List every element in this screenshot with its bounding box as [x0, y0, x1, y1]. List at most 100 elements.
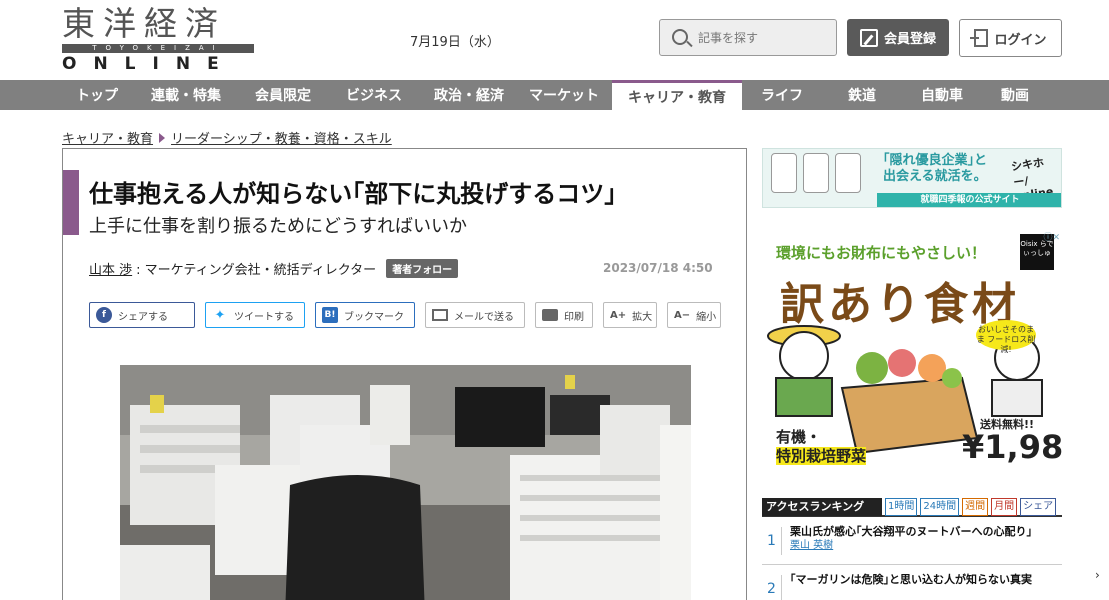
ranking-tab-1hour[interactable]: 1時間 — [885, 498, 918, 516]
search-input[interactable] — [698, 28, 828, 48]
mail-icon — [432, 309, 448, 321]
facebook-share-button[interactable]: f シェアする — [89, 302, 195, 328]
facebook-icon: f — [96, 307, 112, 323]
login-button[interactable]: ログイン — [959, 19, 1062, 57]
nav-item-members[interactable]: 会員限定 — [240, 80, 326, 110]
login-label: ログイン — [994, 32, 1047, 48]
ad2-organic-line1: 有機・ — [776, 428, 822, 446]
ad-phone-graphic — [835, 153, 861, 193]
ranking-number: 2 — [762, 575, 782, 600]
nav-item-video[interactable]: 動画 — [982, 80, 1048, 110]
ranking-item-author[interactable]: 栗山 英樹 — [790, 539, 1032, 553]
enlarge-label: 拡大 — [632, 311, 653, 323]
print-icon — [542, 309, 558, 321]
publish-date: 2023/07/18 4:50 — [603, 261, 713, 275]
ranking-tab-24hour[interactable]: 24時間 — [920, 498, 960, 516]
ad1-tagline: 就職四季報の公式サイト — [877, 193, 1061, 207]
main-nav: トップ 連載・特集 会員限定 ビジネス 政治・経済 マーケット キャリア・教育 … — [0, 80, 1109, 110]
ranking-item[interactable]: 1 栗山氏が感心｢大谷翔平のヌートバーへの心配り｣ 栗山 英樹 — [762, 517, 1062, 565]
ranking-tab-weekly[interactable]: 週間 — [962, 498, 989, 516]
ranking-item[interactable]: 2 ｢マーガリンは危険｣と思い込む人が知らない真実 — [762, 565, 1062, 600]
facebook-share-label: シェアする — [118, 311, 168, 323]
title-accent-bar — [63, 170, 79, 235]
hatena-icon: B! — [322, 307, 338, 323]
logo-romaji: TOYOKEIZAI — [62, 44, 254, 53]
ranking-item-title[interactable]: 栗山氏が感心｢大谷翔平のヌートバーへの心配り｣ — [790, 525, 1032, 539]
ad-phone-graphic — [771, 153, 797, 193]
hatena-bookmark-button[interactable]: B! ブックマーク — [315, 302, 415, 328]
search-icon[interactable] — [672, 29, 688, 45]
breadcrumb-arrow-icon — [159, 132, 166, 143]
ranking-item-text: 栗山氏が感心｢大谷翔平のヌートバーへの心配り｣ 栗山 英樹 — [790, 525, 1032, 553]
ad2-organic-line2: 特別栽培野菜 — [776, 447, 867, 466]
nav-item-automobile[interactable]: 自動車 — [902, 80, 982, 110]
ad2-organic-line2-text: 特別栽培野菜 — [776, 447, 867, 465]
print-label: 印刷 — [564, 311, 584, 323]
breadcrumb-career[interactable]: キャリア・教育 — [62, 128, 153, 147]
search-box[interactable] — [659, 19, 837, 56]
ad1-line1: ｢隠れ優良企業｣と — [883, 153, 988, 168]
register-button[interactable]: 会員登録 — [847, 19, 949, 56]
access-ranking: アクセスランキング 1時間 24時間 週間 月間 シェア 1 栗山氏が感心｢大谷… — [762, 498, 1062, 600]
register-label: 会員登録 — [883, 32, 936, 47]
shrink-icon: A− — [674, 309, 691, 321]
mail-share-button[interactable]: メールで送る — [425, 302, 525, 328]
twitter-icon: ✦ — [214, 307, 226, 323]
follow-author-button[interactable]: 著者フォロー — [386, 259, 459, 278]
nav-item-railway[interactable]: 鉄道 — [822, 80, 902, 110]
site-logo[interactable]: 東洋経済 TOYOKEIZAI ONLINE — [62, 4, 254, 74]
shikiho-ad-banner[interactable]: ｢隠れ優良企業｣と 出会える就活を。 シキホー/ online 就職四季報の公式… — [762, 148, 1062, 208]
enlarge-icon: A+ — [610, 309, 627, 321]
shrink-text-button[interactable]: A− 縮小 — [667, 302, 721, 328]
breadcrumb: キャリア・教育 リーダーシップ・教養・資格・スキル — [62, 128, 392, 147]
nav-item-business[interactable]: ビジネス — [326, 80, 422, 110]
ranking-number: 1 — [762, 527, 782, 555]
chevron-right-icon[interactable]: › — [1095, 568, 1109, 582]
ranking-tab-share[interactable]: シェア — [1020, 498, 1057, 516]
register-icon — [859, 28, 878, 47]
page: 東洋経済 TOYOKEIZAI ONLINE 7月19日（水） 会員登録 ログイ… — [0, 0, 1109, 600]
ad1-line2: 出会える就活を。 — [883, 169, 987, 184]
ad1-headline: ｢隠れ優良企業｣と 出会える就活を。 — [883, 153, 987, 185]
ranking-tab-monthly[interactable]: 月間 — [991, 498, 1018, 516]
breadcrumb-leadership[interactable]: リーダーシップ・教養・資格・スキル — [171, 128, 392, 147]
article-subtitle: 上手に仕事を割り振るためにどうすればいいか — [89, 216, 467, 237]
article-title: 仕事抱える人が知らない｢部下に丸投げするコツ｣ — [89, 180, 617, 208]
nav-item-series[interactable]: 連載・特集 — [132, 80, 240, 110]
site-header: 東洋経済 TOYOKEIZAI ONLINE 7月19日（水） 会員登録 ログイ… — [0, 0, 1109, 80]
ranking-item-text: ｢マーガリンは危険｣と思い込む人が知らない真実 — [790, 573, 1032, 587]
article-hero-image — [120, 365, 691, 600]
ad2-main-copy: 訳あり食材 — [780, 279, 1020, 330]
nav-item-life[interactable]: ライフ — [742, 80, 822, 110]
twitter-share-button[interactable]: ✦ ツイートする — [205, 302, 305, 328]
office-desk-photo — [120, 365, 691, 600]
ad-phone-graphic — [803, 153, 829, 193]
twitter-share-label: ツイートする — [234, 311, 294, 323]
ranking-header: アクセスランキング 1時間 24時間 週間 月間 シェア — [762, 498, 1062, 517]
logo-online: ONLINE — [62, 54, 236, 74]
byline: 山本 渉 : マーケティング会社・統括ディレクター 著者フォロー — [89, 259, 459, 278]
food-ad-banner[interactable]: Oisix らでぃっしゅ ⓘ✕ 環境にもお財布にもやさしい！ 訳あり食材 おいし… — [762, 228, 1062, 478]
ranking-item-title[interactable]: ｢マーガリンは危険｣と思い込む人が知らない真実 — [790, 573, 1032, 587]
ad2-price: ¥1,980 — [962, 428, 1062, 466]
article: 仕事抱える人が知らない｢部下に丸投げするコツ｣ 上手に仕事を割り振るためにどうす… — [62, 148, 747, 600]
nav-item-market[interactable]: マーケット — [516, 80, 612, 110]
author-name[interactable]: 山本 渉 — [89, 259, 132, 278]
current-date: 7月19日（水） — [410, 35, 500, 50]
author-role: : マーケティング会社・統括ディレクター — [136, 263, 377, 278]
hatena-bookmark-label: ブックマーク — [344, 311, 404, 323]
print-button[interactable]: 印刷 — [535, 302, 593, 328]
login-icon — [970, 29, 989, 47]
enlarge-text-button[interactable]: A+ 拡大 — [603, 302, 657, 328]
ranking-title: アクセスランキング — [762, 498, 882, 516]
nav-item-politics[interactable]: 政治・経済 — [422, 80, 516, 110]
ad2-subcopy: おいしさそのまま フードロス削減! — [976, 320, 1036, 354]
mail-share-label: メールで送る — [454, 311, 514, 323]
ad2-organic-label: 有機・ 特別栽培野菜 — [776, 428, 867, 466]
nav-item-career[interactable]: キャリア・教育 — [612, 80, 742, 110]
logo-kanji: 東洋経済 — [62, 4, 226, 43]
shrink-label: 縮小 — [696, 311, 717, 323]
ad-close-icon[interactable]: ⓘ✕ — [1043, 230, 1060, 243]
ad2-headline: 環境にもお財布にもやさしい！ — [776, 244, 987, 262]
nav-item-top[interactable]: トップ — [62, 80, 132, 110]
